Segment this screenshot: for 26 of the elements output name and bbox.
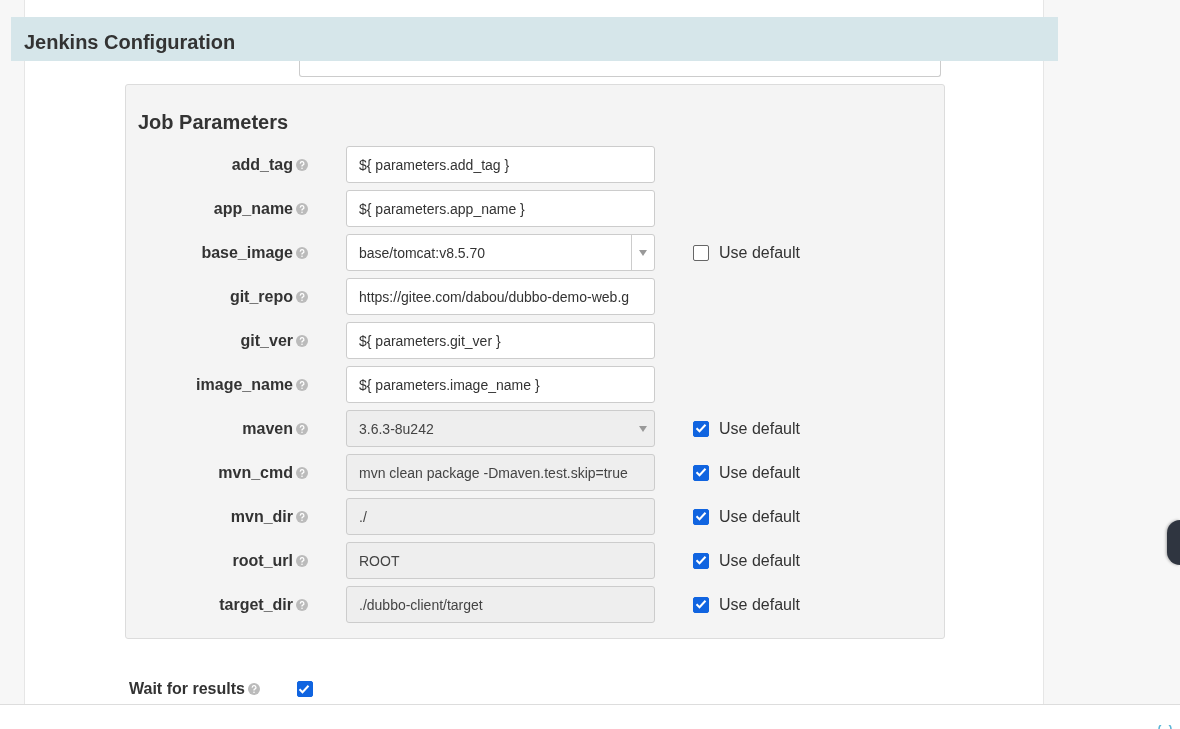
checkbox-label: Use default [719,595,800,614]
field-label: maven [241,419,293,438]
field-label: image_name [195,375,293,394]
checkbox-label: Use default [719,243,800,262]
header-title: Jenkins Configuration [24,31,236,54]
input-field[interactable]: ${ parameters.image_name } [346,366,655,403]
field-label: mvn_cmd [217,463,293,482]
field-label: root_url [231,551,293,570]
field-label: git_repo [228,287,293,306]
field-label: base_image [200,243,293,262]
dropdown[interactable]: base/tomcat:v8.5.70 [346,234,655,271]
field-label: app_name [212,199,293,218]
checkbox-label: Use default [719,463,800,482]
checkbox-label: Use default [719,507,800,526]
input-field[interactable]: ${ parameters.app_name } [346,190,655,227]
field-label: Wait for results [129,680,245,698]
checkbox-label: Use default [719,419,800,438]
input-field[interactable]: https://gitee.com/dabou/dubbo-demo-web.g [346,278,655,315]
section-title: Job Parameters [138,110,290,135]
field-label: git_ver [239,331,293,350]
field-label: add_tag [230,155,293,174]
field-label: target_dir [218,595,293,614]
field-label: mvn_dir [229,507,293,526]
input-field[interactable]: ${ parameters.add_tag } [346,146,655,183]
checkbox-label: Use default [719,551,800,570]
input-field[interactable]: ${ parameters.git_ver } [346,322,655,359]
